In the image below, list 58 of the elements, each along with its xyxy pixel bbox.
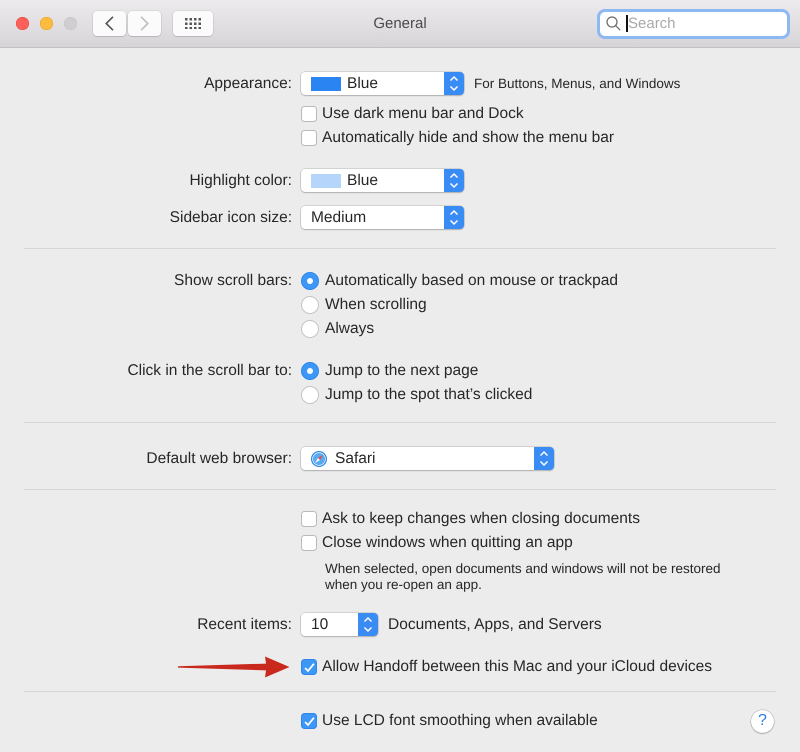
grid-button[interactable] [173,11,213,36]
help-button[interactable]: ? [751,710,774,732]
setting-label: Show scroll bars: [174,271,292,291]
checkbox-label: Use LCD font smoothing when available [322,712,598,730]
radio-label: Always [325,320,374,338]
radio-label: When scrolling [325,296,427,314]
note-text: When selected, open documents and windows will not be restored when you re-open an app. [325,561,720,593]
suffix-text: Documents, Apps, and Servers [388,616,602,634]
checkmark-icon [304,716,314,726]
minimize-button[interactable] [40,17,53,30]
zoom-button[interactable] [64,17,77,30]
setting-label: Recent items: [197,616,292,634]
compass-icon [311,450,327,466]
up-down-arrows-icon [444,72,464,95]
text-cursor-icon [626,15,628,32]
up-down-arrows-icon [534,447,554,470]
radio-label: Automatically based on mouse or trackpad [325,272,618,290]
search-icon [606,16,621,31]
radio-label: Jump to the spot that’s clicked [325,386,532,404]
setting-label: Default web browser: [146,450,292,468]
hint-text: For Buttons, Menus, and Windows [474,76,680,91]
up-down-arrows-icon [444,169,464,192]
grid-icon [185,18,201,30]
radio-button[interactable] [301,296,319,314]
checkbox[interactable] [301,713,317,729]
setting-label: Sidebar icon size: [170,208,292,226]
popup-button[interactable]: Medium [301,206,464,229]
search-field[interactable]: Search [600,12,787,36]
checkbox[interactable] [301,659,317,675]
radio-label: Jump to the next page [325,362,478,380]
setting-label: Click in the scroll bar to: [127,361,292,381]
back-button[interactable] [93,11,126,36]
chevron-left-icon [105,16,114,31]
radio-button[interactable] [301,386,319,404]
up-down-arrows-icon [444,206,464,229]
checkbox[interactable] [301,130,317,146]
chevron-right-icon [140,16,149,31]
setting-label: Appearance: [204,74,292,92]
checkbox[interactable] [301,106,317,122]
checkbox-label: Automatically hide and show the menu bar [322,129,614,147]
radio-button[interactable] [301,320,319,338]
popup-button[interactable]: Blue [301,72,464,95]
up-down-arrows-icon [358,613,378,636]
checkbox-label: Allow Handoff between this Mac and your iCloud devices [322,658,712,676]
window-title: General [373,15,427,32]
checkbox[interactable] [301,535,317,551]
radio-button[interactable] [301,272,319,290]
checkbox-label: Ask to keep changes when closing documents [322,510,640,528]
popup-button[interactable]: Safari [301,447,554,470]
checkbox-label: Use dark menu bar and Dock [322,105,524,123]
radio-button[interactable] [301,362,319,380]
close-button[interactable] [16,17,29,30]
checkmark-icon [304,662,314,672]
setting-label: Highlight color: [189,172,292,190]
checkbox-label: Close windows when quitting an app [322,534,573,552]
checkbox[interactable] [301,511,317,527]
popup-button[interactable]: Blue [301,169,464,192]
popup-button[interactable]: 10 [301,613,378,636]
